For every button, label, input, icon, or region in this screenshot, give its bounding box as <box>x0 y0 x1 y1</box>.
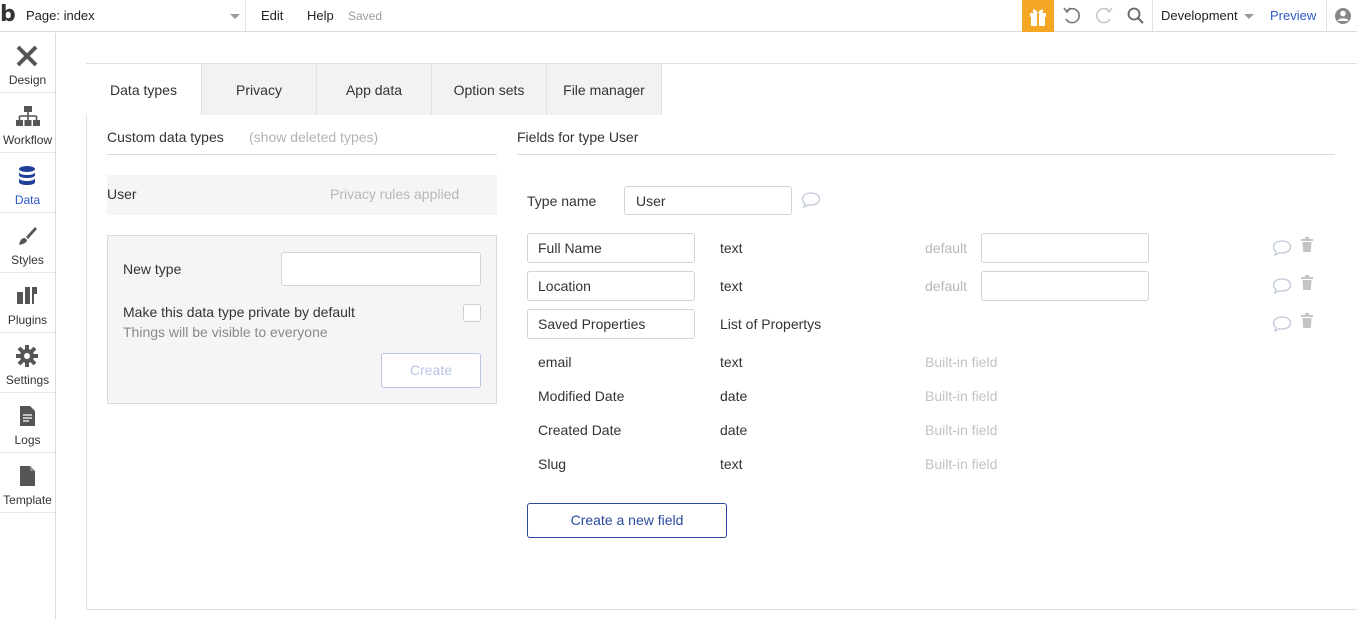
brush-icon <box>19 227 37 245</box>
builtin-field-note: Built-in field <box>925 354 998 370</box>
field-type[interactable]: List of Propertys <box>720 316 821 332</box>
sidebar-item-data[interactable]: Data <box>0 153 55 213</box>
workflow-icon <box>16 106 40 126</box>
field-type[interactable]: text <box>720 278 743 294</box>
chevron-down-icon <box>1244 14 1254 19</box>
field-name-input[interactable]: Full Name <box>527 233 695 263</box>
sidebar-item-design[interactable]: Design <box>0 33 55 93</box>
tab-option-sets[interactable]: Option sets <box>432 63 547 115</box>
trash-icon[interactable] <box>1300 275 1314 291</box>
type-name-input[interactable]: User <box>624 186 792 215</box>
help-menu[interactable]: Help <box>307 8 334 23</box>
preview-link[interactable]: Preview <box>1270 8 1316 23</box>
tab-data-types[interactable]: Data types <box>86 63 202 115</box>
fields-title: Fields for type User <box>517 129 639 145</box>
sidebar-item-logs[interactable]: Logs <box>0 393 55 453</box>
trash-icon[interactable] <box>1300 237 1314 253</box>
redo-button[interactable] <box>1088 0 1120 32</box>
custom-types-title: Custom data types <box>107 129 224 145</box>
sidebar-item-label: Styles <box>11 253 44 267</box>
show-deleted-link[interactable]: (show deleted types) <box>249 129 378 145</box>
private-default-hint: Things will be visible to everyone <box>123 324 328 340</box>
sidebar-item-styles[interactable]: Styles <box>0 213 55 273</box>
gear-icon <box>16 345 38 367</box>
create-field-button[interactable]: Create a new field <box>527 503 727 538</box>
builtin-field-note: Built-in field <box>925 422 998 438</box>
create-type-button[interactable]: Create <box>381 353 481 388</box>
field-default-input[interactable] <box>981 233 1149 263</box>
data-type-name: User <box>107 186 137 202</box>
plugin-icon <box>17 287 37 304</box>
builtin-field-type: date <box>720 388 748 404</box>
new-type-form: New type Make this data type private by … <box>107 235 497 404</box>
redo-icon <box>1096 7 1113 24</box>
document-icon <box>20 406 35 426</box>
edit-menu[interactable]: Edit <box>261 8 283 23</box>
divider <box>107 154 497 155</box>
sidebar-item-label: Design <box>8 73 47 87</box>
builtin-field-name: Modified Date <box>538 388 625 404</box>
builtin-field-name: Created Date <box>538 422 622 438</box>
trash-icon[interactable] <box>1300 313 1314 329</box>
template-icon <box>20 466 35 486</box>
comment-icon[interactable] <box>801 191 821 209</box>
builtin-field-name: Slug <box>538 456 567 472</box>
field-name-input[interactable]: Saved Properties <box>527 309 695 339</box>
gift-button[interactable] <box>1022 0 1054 32</box>
design-icon <box>16 45 38 67</box>
sidebar-item-plugins[interactable]: Plugins <box>0 273 55 333</box>
sidebar-item-settings[interactable]: Settings <box>0 333 55 393</box>
sidebar-item-label: Logs <box>14 433 41 447</box>
avatar-icon <box>1335 8 1351 24</box>
builtin-field-name: email <box>538 354 572 370</box>
new-type-input[interactable] <box>281 252 481 286</box>
search-button[interactable] <box>1120 0 1152 32</box>
search-icon <box>1127 7 1144 24</box>
tab-privacy[interactable]: Privacy <box>202 63 317 115</box>
field-type[interactable]: text <box>720 240 743 256</box>
sidebar-item-label: Settings <box>5 373 50 387</box>
chevron-down-icon <box>230 14 240 19</box>
builtin-field-type: text <box>720 456 743 472</box>
builtin-field-note: Built-in field <box>925 388 998 404</box>
data-type-row[interactable]: User Privacy rules applied <box>107 175 497 215</box>
page-selector[interactable]: Page: index <box>20 0 246 32</box>
comment-icon[interactable] <box>1272 239 1292 257</box>
new-type-label: New type <box>123 261 182 277</box>
field-default-label: default <box>925 278 968 294</box>
top-bar: b Page: index Edit Help Saved Developmen… <box>0 0 1357 32</box>
sidebar-item-template[interactable]: Template <box>0 453 55 513</box>
environment-selector[interactable]: Development <box>1152 0 1260 32</box>
field-default-label: default <box>925 240 968 256</box>
sidebar-item-label: Data <box>14 193 41 207</box>
database-icon <box>19 166 35 185</box>
sidebar-item-label: Workflow <box>2 133 53 147</box>
comment-icon[interactable] <box>1272 277 1292 295</box>
sidebar-item-label: Plugins <box>7 313 48 327</box>
sidebar: Design Workflow Data Styles Plugins Sett… <box>0 33 56 619</box>
private-default-label: Make this data type private by default <box>123 304 355 320</box>
undo-icon <box>1063 7 1080 24</box>
private-default-checkbox[interactable] <box>463 304 481 322</box>
divider <box>517 154 1335 155</box>
account-button[interactable] <box>1326 0 1357 32</box>
builtin-field-type: text <box>720 354 743 370</box>
environment-label: Development <box>1161 8 1238 23</box>
save-status: Saved <box>348 9 383 23</box>
privacy-status: Privacy rules applied <box>330 186 460 202</box>
type-name-label: Type name <box>527 193 597 209</box>
gift-icon <box>1030 9 1046 26</box>
sidebar-item-workflow[interactable]: Workflow <box>0 93 55 153</box>
field-default-input[interactable] <box>981 271 1149 301</box>
sidebar-item-label: Template <box>3 493 52 507</box>
app-logo[interactable]: b <box>0 0 18 32</box>
tab-app-data[interactable]: App data <box>317 63 432 115</box>
page-selector-label: Page: index <box>26 8 95 23</box>
undo-button[interactable] <box>1056 0 1088 32</box>
comment-icon[interactable] <box>1272 315 1292 333</box>
builtin-field-type: date <box>720 422 748 438</box>
builtin-field-note: Built-in field <box>925 456 998 472</box>
field-name-input[interactable]: Location <box>527 271 695 301</box>
tab-file-manager[interactable]: File manager <box>547 63 662 115</box>
